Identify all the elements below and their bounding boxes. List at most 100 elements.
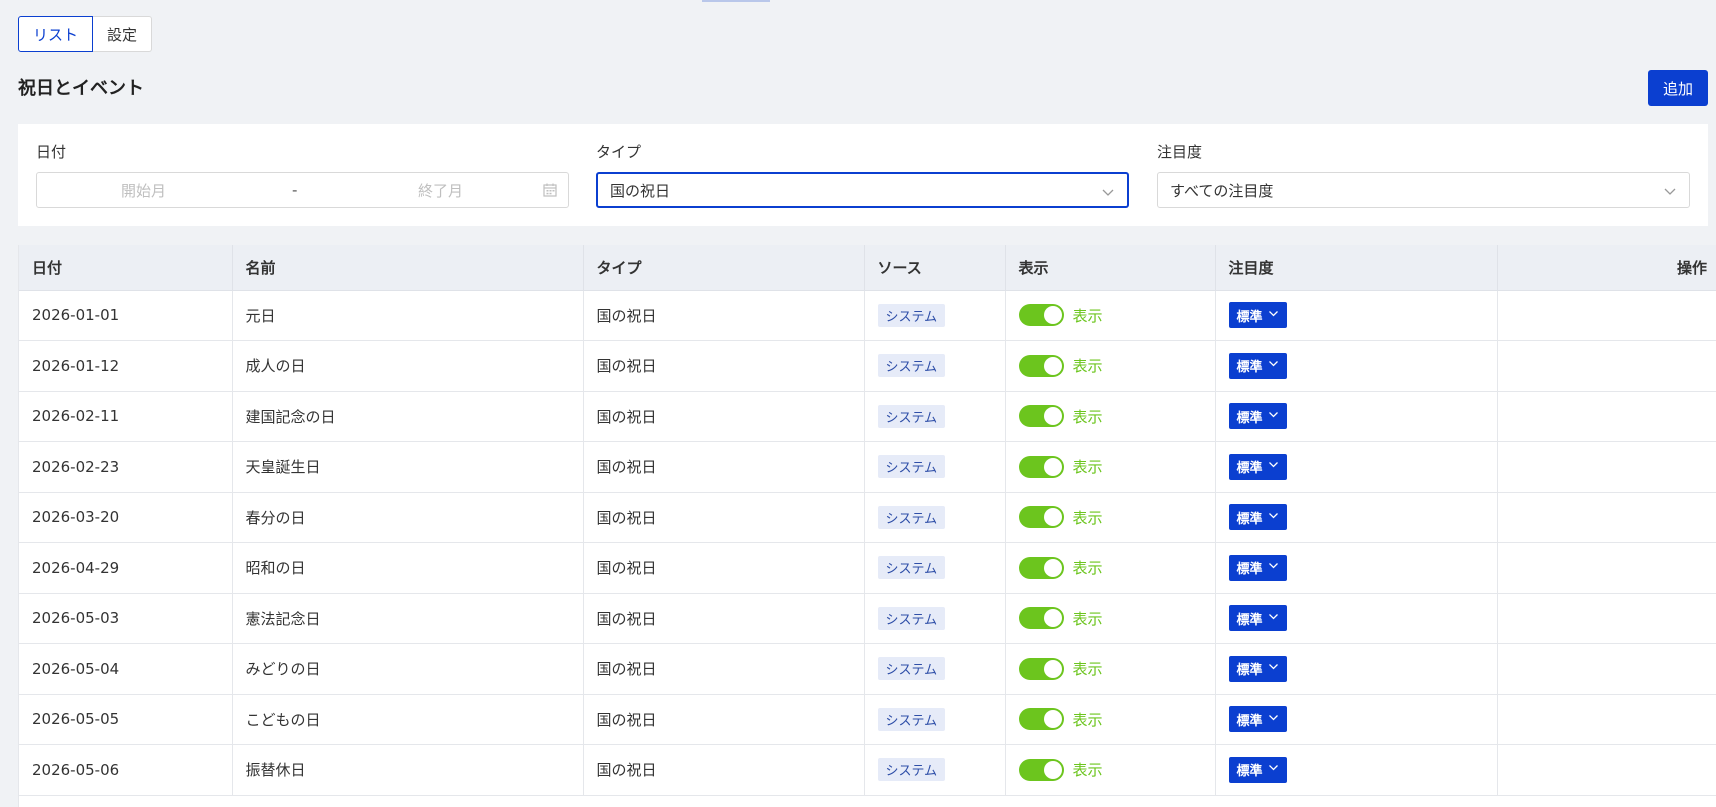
display-toggle[interactable] [1018,657,1064,680]
row-display-cell: 表示 [1005,340,1216,392]
table-header-row: 日付 名前 タイプ ソース 表示 注目度 操作 [19,245,1716,291]
column-header-name[interactable]: 名前 [232,245,584,291]
chevron-down-icon [1263,510,1279,525]
row-source-cell: システム [864,593,1006,644]
column-header-type[interactable]: タイプ [583,245,865,291]
attention-level-label: 標準 [1236,663,1263,679]
attention-level-dropdown[interactable]: 標準 [1228,655,1287,682]
toggle-knob [1043,407,1062,426]
attention-level-dropdown[interactable]: 標準 [1228,504,1287,531]
display-toggle[interactable] [1018,556,1064,579]
row-attention-cell: 標準 [1215,441,1498,493]
row-attention-cell: 標準 [1215,542,1498,594]
source-badge: システム [877,657,946,681]
filter-panel: 日付 開始月 - 終了月 タイプ 国の祝日 注目度 すべての注目度 [18,124,1708,226]
row-display-cell: 表示 [1005,593,1216,644]
chevron-down-icon [1101,185,1115,203]
row-name: 振替休日 [232,744,584,796]
attention-level-dropdown[interactable]: 標準 [1228,352,1287,379]
column-header-actions: 操作 [1497,245,1716,291]
row-type: 国の祝日 [583,441,865,493]
chevron-down-icon [1263,308,1279,323]
row-display-cell: 表示 [1005,542,1216,594]
row-type: 国の祝日 [583,542,865,594]
source-badge: システム [877,404,946,428]
chevron-down-icon [1263,661,1279,676]
column-header-source[interactable]: ソース [864,245,1006,291]
attention-level-dropdown[interactable]: 標準 [1228,453,1287,480]
attention-level-label: 標準 [1236,360,1263,376]
attention-level-dropdown[interactable]: 標準 [1228,605,1287,632]
attention-select[interactable]: すべての注目度 [1157,172,1690,208]
attention-level-dropdown[interactable]: 標準 [1228,554,1287,581]
row-source-cell: システム [864,290,1006,341]
chevron-down-icon [1263,409,1279,424]
attention-level-label: 標準 [1236,461,1263,477]
row-type: 国の祝日 [583,694,865,745]
row-actions-cell [1497,542,1716,594]
row-actions-cell [1497,391,1716,442]
start-month-placeholder[interactable]: 開始月 [121,180,166,201]
attention-level-label: 標準 [1236,713,1263,729]
toggle-knob [1043,710,1062,729]
attention-level-label: 標準 [1236,410,1263,426]
column-header-date[interactable]: 日付 [19,245,233,291]
view-tabs: リスト 設定 [18,16,153,52]
display-toggle[interactable] [1018,354,1064,377]
row-name: 天皇誕生日 [232,441,584,493]
display-toggle-label: 表示 [1072,660,1103,679]
row-date: 2026-02-23 [19,441,233,493]
add-button[interactable]: 追加 [1648,70,1708,106]
display-toggle-label: 表示 [1072,508,1103,527]
display-toggle[interactable] [1018,708,1064,731]
holidays-table: 日付 名前 タイプ ソース 表示 注目度 操作 2026-01-01 元日 国の祝日… [18,245,1716,807]
end-month-placeholder[interactable]: 終了月 [418,180,463,201]
row-actions-cell [1497,694,1716,745]
display-toggle[interactable] [1018,304,1064,327]
display-toggle[interactable] [1018,506,1064,529]
toggle-knob [1043,659,1062,678]
display-toggle-label: 表示 [1072,761,1103,780]
attention-level-dropdown[interactable]: 標準 [1228,403,1287,430]
row-display-cell: 表示 [1005,492,1216,543]
display-toggle-label: 表示 [1072,559,1103,578]
tab-list[interactable]: リスト [18,16,94,52]
toggle-knob [1043,558,1062,577]
top-scroll-indicator [702,0,770,2]
date-range-picker[interactable]: 開始月 - 終了月 [36,172,569,208]
display-toggle[interactable] [1018,607,1064,630]
toggle-knob [1043,356,1062,375]
display-toggle[interactable] [1018,405,1064,428]
tab-settings[interactable]: 設定 [93,16,153,52]
row-source-cell: システム [864,492,1006,543]
type-filter-label: タイプ [596,143,642,161]
row-date: 2026-01-01 [19,290,233,341]
row-source-cell: システム [864,391,1006,442]
date-filter-label: 日付 [36,143,67,161]
row-date: 2026-04-29 [19,542,233,594]
attention-level-dropdown[interactable]: 標準 [1228,756,1287,783]
row-date: 2026-05-04 [19,643,233,695]
attention-select-value: すべての注目度 [1170,181,1274,200]
type-select[interactable]: 国の祝日 [596,172,1129,208]
source-badge: システム [877,303,946,327]
table-row: 2026-02-23 天皇誕生日 国の祝日 システム 表示 標準 [19,441,1716,493]
row-date: 2026-02-11 [19,391,233,442]
row-actions-cell [1497,340,1716,392]
column-header-attention[interactable]: 注目度 [1215,245,1498,291]
attention-level-label: 標準 [1236,764,1263,780]
display-toggle[interactable] [1018,758,1064,781]
attention-level-label: 標準 [1236,562,1263,578]
row-source-cell: システム [864,744,1006,796]
calendar-icon [542,182,558,202]
source-badge: システム [877,455,946,479]
table-row: 2026-05-03 憲法記念日 国の祝日 システム 表示 標準 [19,593,1716,644]
attention-level-dropdown[interactable]: 標準 [1228,706,1287,733]
attention-filter-label: 注目度 [1157,143,1203,161]
source-badge: システム [877,707,946,731]
column-header-display[interactable]: 表示 [1005,245,1216,291]
attention-level-dropdown[interactable]: 標準 [1228,302,1287,329]
display-toggle[interactable] [1018,455,1064,478]
row-type: 国の祝日 [583,290,865,341]
attention-level-label: 標準 [1236,511,1263,527]
